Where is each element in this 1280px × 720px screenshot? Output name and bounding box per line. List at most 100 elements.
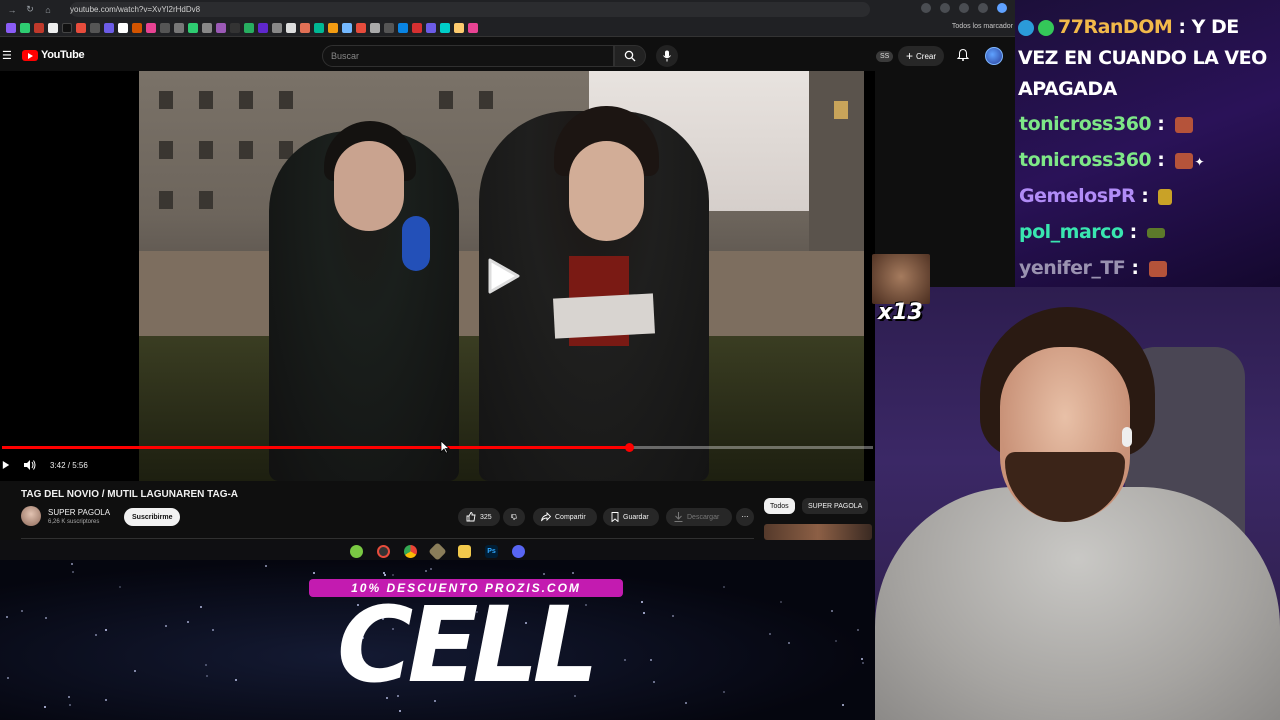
chip-all[interactable]: Todos bbox=[764, 498, 795, 514]
bookmark-icon[interactable] bbox=[118, 22, 128, 33]
bookmark-icon[interactable] bbox=[20, 22, 30, 33]
bookmark-icon[interactable] bbox=[202, 22, 212, 33]
create-button[interactable]: + Crear bbox=[898, 46, 945, 66]
more-actions-button[interactable]: ⋯ bbox=[736, 508, 754, 526]
bookmark-icon[interactable] bbox=[48, 22, 58, 33]
bookmark-icon[interactable] bbox=[146, 22, 156, 33]
extension-icon[interactable] bbox=[978, 3, 988, 13]
channel-avatar[interactable] bbox=[21, 506, 41, 526]
bookmark-icon[interactable] bbox=[286, 22, 296, 33]
share-button[interactable]: Compartir bbox=[533, 508, 597, 526]
badge-icon bbox=[1038, 19, 1054, 36]
profile-icon[interactable] bbox=[997, 3, 1007, 13]
bookmark-icon[interactable] bbox=[454, 22, 464, 33]
progress-bar[interactable] bbox=[2, 443, 873, 452]
video-player[interactable]: 3:42 / 5:56 bbox=[0, 71, 875, 481]
voice-search-button[interactable] bbox=[656, 45, 678, 67]
chat-username: tonicross360 bbox=[1019, 113, 1152, 135]
back-icon[interactable]: → bbox=[6, 5, 18, 15]
star bbox=[424, 569, 427, 572]
bookmark-icon[interactable] bbox=[34, 22, 44, 33]
chat-username: 77RanDOM bbox=[1058, 16, 1173, 38]
reload-icon[interactable]: ↻ bbox=[24, 4, 36, 15]
bookmark-icon[interactable] bbox=[6, 22, 16, 33]
bookmark-icon[interactable] bbox=[342, 22, 352, 33]
chat-colon: : bbox=[1131, 257, 1139, 279]
channel-name[interactable]: SUPER PAGOLA bbox=[48, 508, 110, 517]
bookmark-icon[interactable] bbox=[412, 22, 422, 33]
divider bbox=[21, 538, 754, 539]
chat-colon: : bbox=[1157, 149, 1165, 171]
extension-icon[interactable] bbox=[921, 3, 931, 13]
bookmark-icon[interactable] bbox=[384, 22, 394, 33]
bookmark-icon[interactable] bbox=[300, 22, 310, 33]
dislike-button[interactable] bbox=[503, 508, 525, 526]
bookmark-icon[interactable] bbox=[272, 22, 282, 33]
app-icon[interactable] bbox=[350, 544, 363, 558]
star bbox=[857, 629, 860, 632]
create-label: Crear bbox=[916, 51, 937, 61]
app-icon[interactable] bbox=[512, 544, 525, 558]
account-avatar[interactable] bbox=[985, 47, 1003, 65]
star bbox=[94, 634, 97, 637]
download-button[interactable]: Descargar bbox=[666, 508, 732, 526]
chip-channel[interactable]: SUPER PAGOLA bbox=[802, 498, 869, 514]
bookmark-icon[interactable] bbox=[244, 22, 254, 33]
play-button-icon[interactable] bbox=[2, 461, 10, 469]
save-button[interactable]: Guardar bbox=[603, 508, 659, 526]
play-icon[interactable] bbox=[488, 258, 520, 294]
menu-icon[interactable]: ☰ bbox=[2, 49, 12, 62]
bookmark-icon[interactable] bbox=[174, 22, 184, 33]
bookmark-icon[interactable] bbox=[188, 22, 198, 33]
extension-icon[interactable] bbox=[959, 3, 969, 13]
bookmark-icon[interactable] bbox=[370, 22, 380, 33]
like-button[interactable]: 325 bbox=[458, 508, 500, 526]
star bbox=[45, 617, 47, 620]
volume-icon[interactable] bbox=[24, 460, 36, 470]
emote-combo-overlay: x13 bbox=[872, 254, 930, 332]
bookmark-icon[interactable] bbox=[426, 22, 436, 33]
chat-message: yenifer_TF : bbox=[1019, 257, 1167, 279]
all-bookmarks-folder[interactable]: Todos los marcador bbox=[952, 23, 1013, 30]
bookmark-icon[interactable] bbox=[356, 22, 366, 33]
search-button[interactable] bbox=[614, 45, 646, 67]
recommended-thumbnail[interactable] bbox=[764, 524, 872, 540]
star bbox=[164, 624, 167, 627]
chat-message: tonicross360 : ✦ bbox=[1019, 149, 1205, 171]
bookmark-icon[interactable] bbox=[468, 22, 478, 33]
chrome-icon[interactable] bbox=[404, 544, 417, 558]
folder-icon[interactable] bbox=[458, 544, 471, 558]
video-info: TAG DEL NOVIO / MUTIL LAGUNAREN TAG-A SU… bbox=[0, 482, 875, 540]
star bbox=[68, 696, 71, 699]
star bbox=[312, 571, 315, 574]
star bbox=[653, 681, 656, 684]
bookmark-icon[interactable] bbox=[132, 22, 142, 33]
url-text[interactable]: youtube.com/watch?v=XvYl2rHdDv8 bbox=[70, 5, 200, 14]
bookmark-icon[interactable] bbox=[328, 22, 338, 33]
bookmark-icon[interactable] bbox=[398, 22, 408, 33]
subscriber-count: 6,26 K suscriptores bbox=[48, 519, 100, 525]
bookmark-icon[interactable] bbox=[104, 22, 114, 33]
bookmark-icon[interactable] bbox=[440, 22, 450, 33]
search-input[interactable]: Buscar bbox=[322, 45, 614, 67]
bookmark-icon[interactable] bbox=[258, 22, 268, 33]
youtube-logo[interactable]: YouTube bbox=[22, 49, 85, 61]
bookmark-icon[interactable] bbox=[90, 22, 100, 33]
bookmark-icon[interactable] bbox=[62, 22, 72, 33]
photoshop-icon[interactable]: Ps bbox=[485, 544, 498, 558]
face bbox=[569, 141, 644, 241]
subscribe-button[interactable]: Suscribirme bbox=[124, 508, 181, 526]
bookmark-icon[interactable] bbox=[230, 22, 240, 33]
app-icon[interactable] bbox=[377, 544, 390, 558]
extension-icon[interactable] bbox=[940, 3, 950, 13]
download-icon bbox=[674, 512, 683, 522]
ss-badge[interactable]: SS bbox=[876, 51, 894, 62]
notifications-bell-icon[interactable] bbox=[956, 48, 970, 62]
bookmark-icon[interactable] bbox=[160, 22, 170, 33]
home-icon[interactable]: ⌂ bbox=[42, 5, 54, 15]
bookmark-icon[interactable] bbox=[76, 22, 86, 33]
app-icon[interactable] bbox=[428, 541, 447, 561]
bookmark-icon[interactable] bbox=[216, 22, 226, 33]
bookmark-icon[interactable] bbox=[314, 22, 324, 33]
share-icon bbox=[541, 512, 551, 522]
